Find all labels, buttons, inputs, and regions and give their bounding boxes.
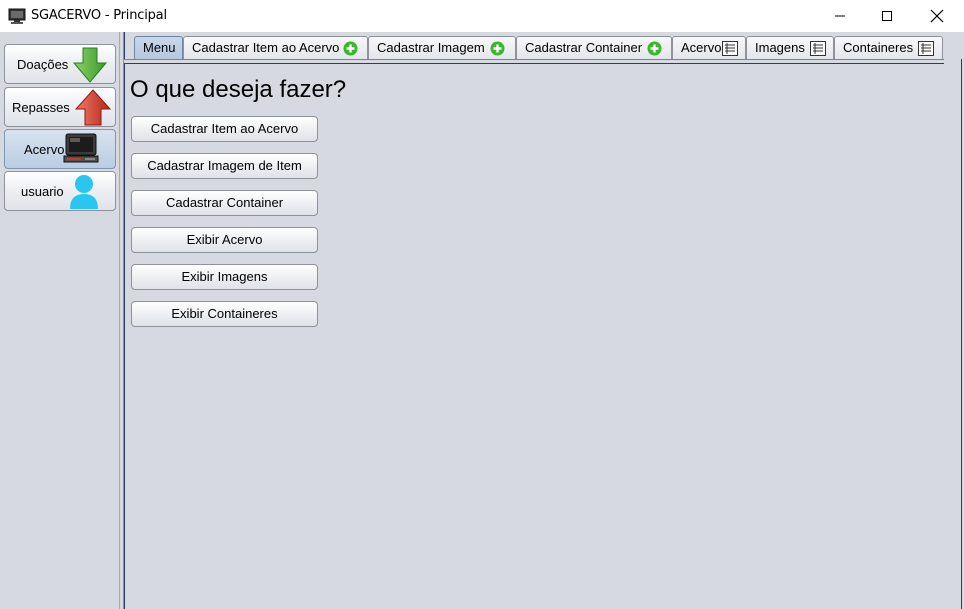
sidebar-item-label: Repasses	[12, 100, 70, 115]
exibir-containeres-button[interactable]: Exibir Containeres	[131, 301, 318, 327]
green-plus-icon	[343, 41, 358, 56]
page-title: O que deseja fazer?	[130, 76, 347, 103]
title-bar: SGACERVO - Principal	[0, 0, 964, 32]
tab-imagens[interactable]: Imagens	[746, 36, 834, 59]
green-plus-icon	[490, 41, 505, 56]
tab-cadastrar-item[interactable]: Cadastrar Item ao Acervo	[183, 36, 368, 59]
close-icon	[930, 9, 944, 23]
maximize-button[interactable]	[864, 0, 910, 32]
tab-label: Imagens	[755, 40, 805, 55]
minimize-icon	[835, 15, 845, 17]
red-up-arrow-icon	[75, 89, 111, 126]
green-plus-icon	[647, 41, 662, 56]
tab-label: Menu	[143, 40, 176, 55]
user-icon	[70, 175, 98, 209]
tab-cadastrar-container[interactable]: Cadastrar Container	[516, 36, 672, 59]
minimize-button[interactable]	[817, 0, 863, 32]
list-icon	[722, 41, 738, 56]
tab-content-border	[124, 59, 944, 64]
sidebar-item-acervo[interactable]: Acervo	[4, 129, 116, 169]
tab-label: Containeres	[843, 40, 914, 55]
cadastrar-item-button[interactable]: Cadastrar Item ao Acervo	[131, 116, 318, 142]
sidebar: Doações Repasses Acervo usuario	[0, 32, 119, 609]
exibir-acervo-button[interactable]: Exibir Acervo	[131, 227, 318, 253]
divider-line	[124, 32, 125, 609]
sidebar-item-label: usuario	[21, 184, 64, 199]
cadastrar-imagem-button[interactable]: Cadastrar Imagem de Item	[131, 153, 318, 179]
tab-acervo[interactable]: Acervo	[672, 36, 746, 59]
computer-icon	[63, 133, 99, 163]
cadastrar-container-button[interactable]: Cadastrar Container	[131, 190, 318, 216]
sidebar-item-label: Doações	[17, 57, 69, 72]
content-right-border	[961, 59, 962, 609]
tab-label: Cadastrar Container	[525, 40, 643, 55]
window-title: SGACERVO - Principal	[31, 8, 167, 23]
tab-label: Cadastrar Item ao Acervo	[192, 40, 340, 55]
green-down-arrow-icon	[73, 47, 107, 83]
close-button[interactable]	[914, 0, 960, 32]
sidebar-item-doacoes[interactable]: Doações	[4, 44, 116, 84]
sidebar-item-usuario[interactable]: usuario	[4, 171, 116, 211]
list-icon	[810, 41, 826, 56]
main-frame: Doações Repasses Acervo usuario Menu Cad…	[0, 32, 964, 609]
list-icon	[918, 41, 934, 56]
tab-containeres[interactable]: Containeres	[834, 36, 943, 59]
tab-label: Cadastrar Imagem	[377, 40, 485, 55]
sidebar-item-repasses[interactable]: Repasses	[4, 87, 116, 127]
sidebar-item-label: Acervo	[24, 142, 65, 157]
app-icon	[8, 8, 26, 24]
tab-cadastrar-imagem[interactable]: Cadastrar Imagem	[368, 36, 516, 59]
tab-label: Acervo	[681, 40, 722, 55]
tab-strip: Menu Cadastrar Item ao Acervo Cadastrar …	[131, 36, 951, 60]
maximize-icon	[882, 11, 892, 21]
exibir-imagens-button[interactable]: Exibir Imagens	[131, 264, 318, 290]
tab-menu[interactable]: Menu	[134, 36, 183, 60]
